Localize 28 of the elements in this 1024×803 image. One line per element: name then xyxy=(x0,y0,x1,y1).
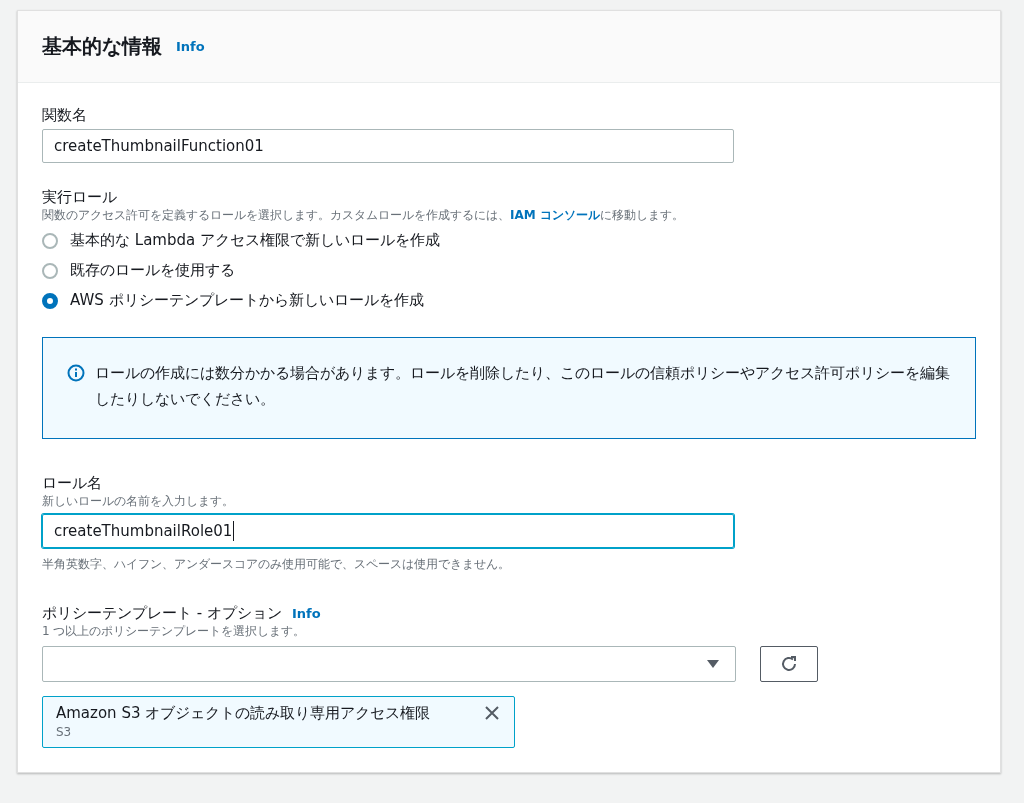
input-field[interactable]: createThumbnailFunction01 xyxy=(42,129,734,163)
refresh-icon xyxy=(780,655,798,673)
token-title: Amazon S3 オブジェクトの読み取り専用アクセス権限 xyxy=(56,703,431,724)
close-icon xyxy=(484,705,500,721)
radio-label[interactable]: 既存のロールを使用する xyxy=(70,260,235,281)
alert-text: ロールの作成には数分かかる場合があります。ロールを削除したり、このロールの信頼ポリシーやアクセス許可ポリシーを編集したりしないでください。 xyxy=(95,363,951,410)
info-icon xyxy=(67,364,85,382)
field-constraint: 半角英数字、ハイフン、アンダースコアのみ使用可能で、スペースは使用できません。 xyxy=(42,556,511,573)
token-subtitle: S3 xyxy=(56,724,73,741)
radio-button[interactable] xyxy=(42,292,58,309)
iam-console-link[interactable]: IAM コンソール xyxy=(510,208,600,222)
info-link[interactable]: Info xyxy=(176,39,205,54)
field-description: 関数のアクセス許可を定義するロールを選択します。カスタムロールを作成するには、IAM コンソールに移動します。 xyxy=(42,207,685,224)
field-label: ポリシーテンプレート - オプション xyxy=(42,603,282,623)
field-description: 1 つ以上のポリシーテンプレートを選択します。 xyxy=(42,623,307,640)
panel-title: 基本的な情報 xyxy=(42,33,162,60)
caret-down-icon xyxy=(707,660,719,668)
info-link[interactable]: Info xyxy=(291,605,321,621)
field-description: 新しいロールの名前を入力します。 xyxy=(42,493,235,510)
input-field[interactable]: createThumbnailRole01 xyxy=(42,514,734,548)
radio-label[interactable]: 基本的な Lambda アクセス権限で新しいロールを作成 xyxy=(70,230,440,251)
refresh-button[interactable] xyxy=(760,646,818,682)
field-label: 実行ロール xyxy=(42,187,118,207)
radio-button[interactable] xyxy=(42,232,58,249)
radio-button[interactable] xyxy=(42,262,58,279)
field-label: ロール名 xyxy=(42,473,103,493)
radio-label[interactable]: AWS ポリシーテンプレートから新しいロールを作成 xyxy=(70,290,424,311)
field-label: 関数名 xyxy=(42,105,88,125)
